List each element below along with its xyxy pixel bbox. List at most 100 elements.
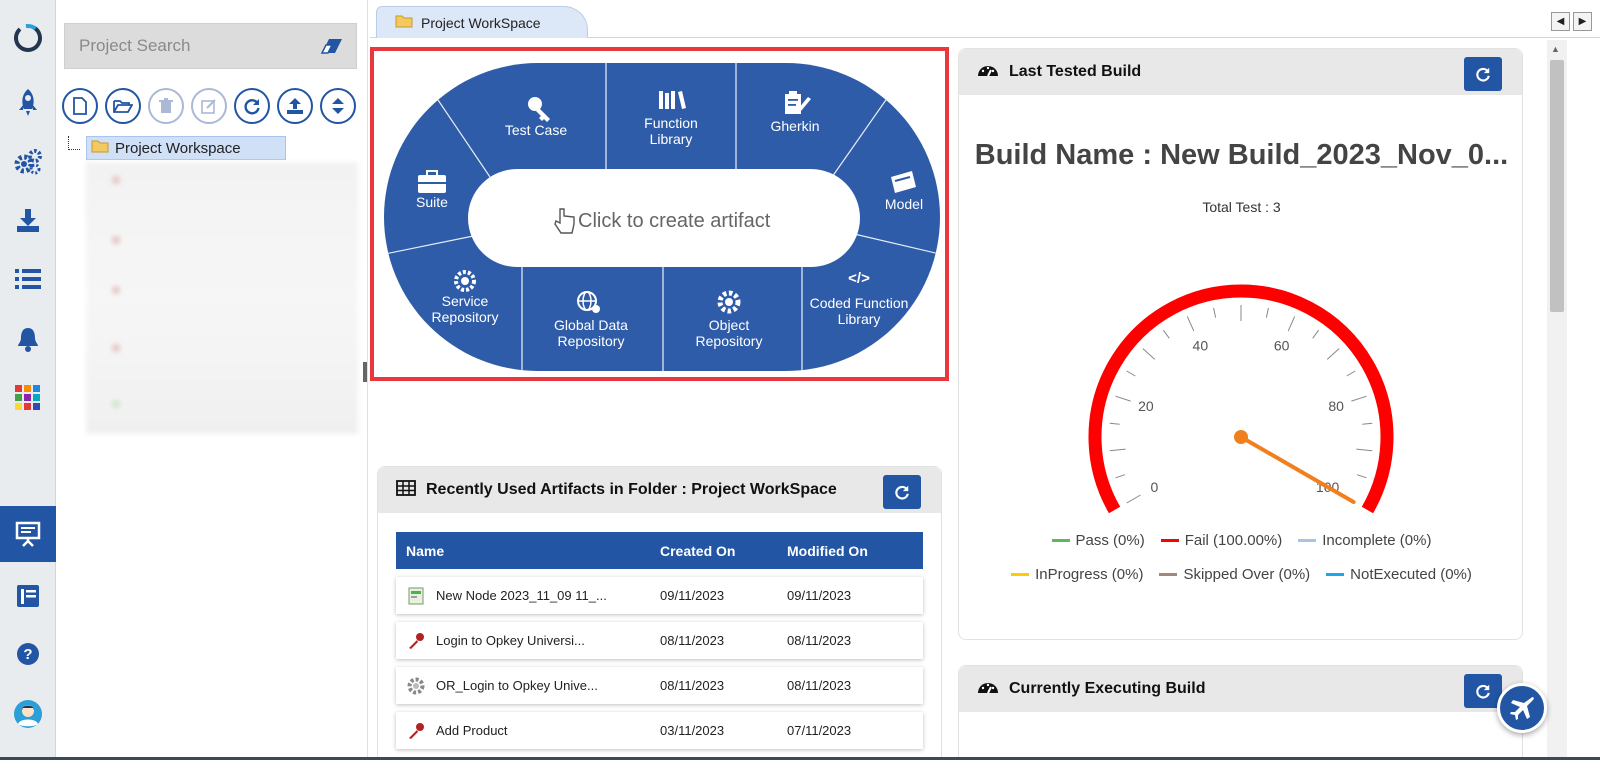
column-header-created[interactable]: Created On — [660, 543, 787, 559]
gauge-tick — [1115, 395, 1131, 402]
bell-icon[interactable] — [0, 311, 56, 367]
report-icon[interactable] — [0, 568, 56, 624]
legend-skipped-over[interactable]: Skipped Over (0%) — [1159, 566, 1310, 583]
legend-fail[interactable]: Fail (100.00%) — [1160, 532, 1282, 549]
dashboard-gauge-icon — [977, 678, 999, 701]
artifact-label-function-library-1: Function — [644, 115, 698, 131]
expand-collapse-button[interactable] — [320, 88, 356, 124]
open-folder-button[interactable] — [105, 88, 141, 124]
artifact-label-service-repository-2: Repository — [432, 309, 499, 325]
tree-toolbar — [62, 88, 356, 124]
gauge-tick — [1351, 395, 1367, 402]
rocket-icon[interactable] — [0, 74, 56, 130]
refresh-icon — [895, 485, 909, 500]
row-name: New Node 2023_11_09 11_... — [436, 588, 607, 603]
refresh-executing-button[interactable] — [1464, 674, 1502, 708]
row-name: OR_Login to Opkey Unive... — [436, 678, 598, 693]
quick-launch-button[interactable] — [1497, 683, 1547, 733]
build-name: Build Name : New Build_2023_Nov_0... — [974, 139, 1509, 171]
presentation-icon[interactable] — [0, 506, 66, 562]
tree-node-project-workspace[interactable]: Project Workspace — [86, 136, 286, 160]
legend-inprogress[interactable]: InProgress (0%) — [1011, 566, 1143, 583]
refresh-recent-button[interactable] — [883, 475, 921, 509]
legend-not-executed[interactable]: NotExecuted (0%) — [1326, 566, 1472, 583]
opkey-logo-icon[interactable] — [0, 10, 56, 66]
eraser-icon[interactable] — [320, 37, 344, 60]
gauge-tick — [1213, 307, 1217, 318]
panel-splitter[interactable] — [362, 340, 368, 382]
artifact-wheel: Click to create artifact Test Case Funct… — [384, 63, 940, 371]
artifact-suite[interactable]: Suite — [416, 170, 448, 210]
open-folder-icon — [113, 100, 133, 113]
tab-scroll-controls: ◀ ▶ — [1551, 12, 1592, 31]
gauge-tick — [1163, 329, 1170, 339]
gauge-tick — [1109, 422, 1120, 425]
tab-scroll-left-button[interactable]: ◀ — [1551, 12, 1570, 31]
legend-pass[interactable]: Pass (0%) — [1051, 532, 1145, 549]
gauge-tick-label: 0 — [1150, 479, 1158, 495]
build-gauge: 020406080100 — [1088, 284, 1394, 514]
gauge-tick — [1362, 422, 1373, 425]
gauge-tick — [1326, 348, 1340, 360]
key-icon — [406, 632, 426, 650]
artifact-label-model: Model — [885, 196, 923, 212]
create-artifact-label[interactable]: Click to create artifact — [578, 210, 771, 232]
gauge-tick — [1126, 370, 1136, 377]
artifact-label-function-library-2: Library — [650, 131, 693, 147]
apps-grid-icon[interactable] — [0, 370, 56, 426]
folder-icon — [395, 14, 413, 31]
gauge-tick — [1109, 448, 1126, 452]
project-search-input[interactable] — [79, 36, 309, 56]
tab-scroll-right-button[interactable]: ▶ — [1573, 12, 1592, 31]
recent-artifacts-title: Recently Used Artifacts in Folder : Proj… — [426, 481, 837, 498]
table-row[interactable]: New Node 2023_11_09 11_... 09/11/2023 09… — [396, 577, 923, 614]
delete-button[interactable] — [148, 88, 184, 124]
app-root: ? Project Search Project Workspace Proje… — [0, 0, 1600, 760]
table-row[interactable]: Add Product 03/11/2023 07/11/2023 — [396, 712, 923, 749]
gears-icon[interactable] — [0, 134, 56, 190]
recent-artifacts-table: Name Created On Modified On New Node 202… — [396, 532, 923, 749]
tree-children-obscured — [86, 162, 358, 434]
total-test-count: Total Test : 3 — [1202, 199, 1281, 215]
row-created: 08/11/2023 — [660, 633, 725, 648]
scroll-up-arrow-icon[interactable]: ▲ — [1551, 44, 1560, 54]
row-name: Login to Opkey Universi... — [436, 633, 585, 648]
key-icon — [406, 722, 426, 740]
table-header-row: Name Created On Modified On — [396, 532, 923, 569]
artifact-label-object-repository-2: Repository — [696, 333, 763, 349]
column-header-name[interactable]: Name — [396, 543, 660, 559]
gauge-tick — [1287, 316, 1296, 332]
help-icon[interactable]: ? — [0, 626, 56, 682]
download-icon[interactable] — [0, 192, 56, 248]
gauge-tick — [1312, 329, 1319, 339]
tree-connector — [68, 136, 80, 150]
legend-incomplete[interactable]: Incomplete (0%) — [1298, 532, 1431, 549]
main-vertical-scrollbar[interactable]: ▲ — [1547, 40, 1567, 760]
row-created: 03/11/2023 — [660, 723, 725, 738]
scrollbar-thumb[interactable] — [1550, 60, 1564, 312]
new-file-button[interactable] — [62, 88, 98, 124]
currently-executing-header: Currently Executing Build — [959, 666, 1522, 712]
last-tested-build-panel: Last Tested Build Build Name : New Build… — [958, 48, 1523, 640]
upload-button[interactable] — [277, 88, 313, 124]
gauge-tick-label: 80 — [1328, 398, 1344, 414]
artifact-wheel-frame: Click to create artifact Test Case Funct… — [370, 47, 949, 381]
refresh-tree-button[interactable] — [234, 88, 270, 124]
artifact-label-test-case: Test Case — [505, 122, 567, 138]
artifact-label-global-data-1: Global Data — [554, 317, 628, 333]
tree-root-row: Project Workspace — [64, 136, 334, 160]
row-name: Add Product — [436, 723, 508, 738]
gauge-needle-hub — [1234, 430, 1248, 444]
table-row[interactable]: Login to Opkey Universi... 08/11/2023 08… — [396, 622, 923, 659]
refresh-last-tested-button[interactable] — [1464, 57, 1502, 91]
list-icon[interactable] — [0, 251, 56, 307]
edit-button[interactable] — [191, 88, 227, 124]
gauge-tick — [1265, 307, 1269, 318]
table-row[interactable]: OR_Login to Opkey Unive... 08/11/2023 08… — [396, 667, 923, 704]
table-icon — [396, 479, 416, 501]
svg-text:?: ? — [23, 646, 32, 663]
column-header-modified[interactable]: Modified On — [787, 543, 917, 559]
user-avatar-icon[interactable] — [0, 686, 56, 742]
tab-project-workspace[interactable]: Project WorkSpace — [376, 6, 588, 38]
tree-node-label: Project Workspace — [115, 139, 241, 157]
